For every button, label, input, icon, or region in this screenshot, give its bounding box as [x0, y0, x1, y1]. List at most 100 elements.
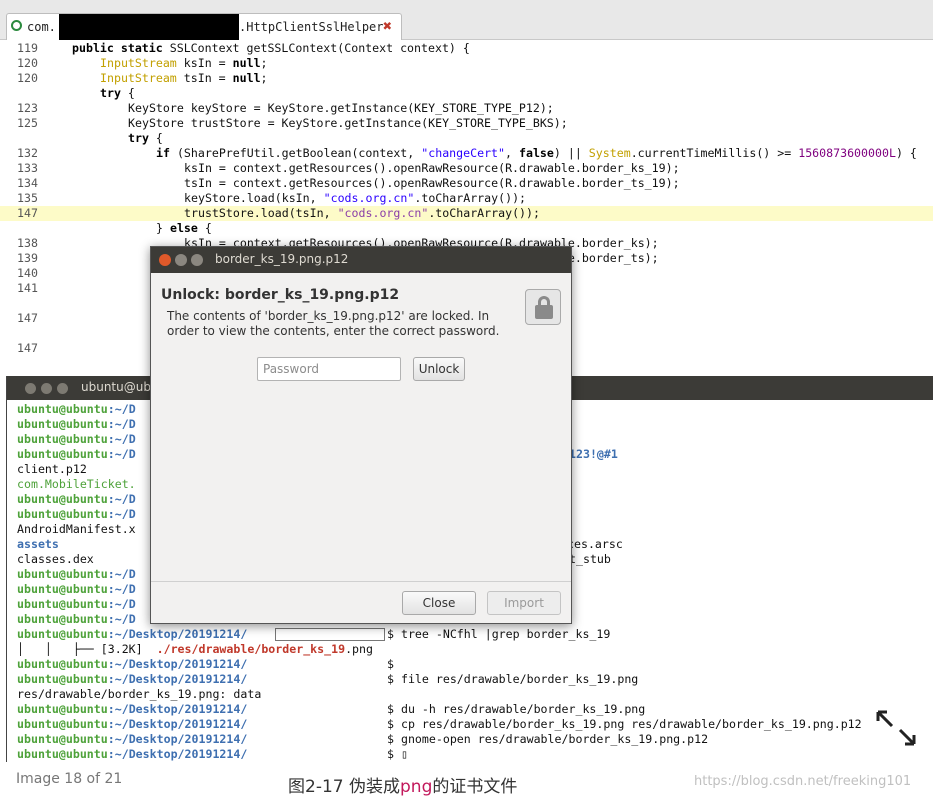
code-line[interactable]: 132 if (SharePrefUtil.getBoolean(context,… [0, 146, 933, 161]
prompt-user: ubuntu@ubuntu [17, 597, 108, 611]
prompt-user: ubuntu@ubuntu [17, 612, 108, 626]
prompt-user: ubuntu@ubuntu [17, 627, 108, 641]
line-number: 125 [17, 116, 38, 130]
terminal-title: ubuntu@ub [81, 380, 151, 394]
terminal-command: $ [387, 657, 394, 671]
output-text: t_stub [569, 552, 611, 566]
redaction-box [275, 628, 385, 641]
dialog-divider [151, 581, 571, 582]
code-text: KeyStore trustStore = KeyStore.getInstan… [128, 116, 568, 130]
code-text: try { [128, 131, 163, 145]
password-input[interactable] [257, 357, 401, 381]
terminal-command-line: $ gnome-open res/drawable/border_ks_19.p… [387, 732, 708, 747]
prompt-path: :~/D [107, 417, 136, 431]
prompt-user: ubuntu@ubuntu [17, 747, 108, 761]
caption-text: 图2-17 伪装成 [288, 777, 400, 797]
prompt-path: :~/D [107, 507, 136, 521]
output-text: res/drawable/border_ks_19.png: data [17, 687, 262, 701]
prompt-user: ubuntu@ubuntu [17, 702, 108, 716]
code-line[interactable]: 120 InputStream ksIn = null; [0, 56, 933, 71]
code-line[interactable]: 125 KeyStore trustStore = KeyStore.getIns… [0, 116, 933, 131]
image-counter: Image 18 of 21 [16, 771, 123, 787]
terminal-command: $ cp res/drawable/border_ks_19.png res/d… [387, 717, 862, 731]
terminal-line: ubuntu@ubuntu:~/Desktop/20191214/ [17, 732, 247, 747]
redaction-bar [59, 14, 239, 40]
tree-ext: .png [345, 642, 373, 656]
maximize-window-icon[interactable] [191, 254, 203, 266]
prompt-user: ubuntu@ubuntu [17, 402, 108, 416]
prompt-path: :~/Desktop/20191214/ [107, 717, 248, 731]
prompt-path: :~/D [107, 402, 136, 416]
prompt-user: ubuntu@ubuntu [17, 432, 108, 446]
code-line[interactable]: 123 KeyStore keyStore = KeyStore.getInsta… [0, 101, 933, 116]
terminal-command-line: $ file res/drawable/border_ks_19.png [387, 672, 638, 687]
terminal-command: $ du -h res/drawable/border_ks_19.png [387, 702, 646, 716]
class-file-icon [11, 20, 22, 31]
prompt-path: :~/Desktop/20191214/ [107, 747, 248, 761]
prompt-path: :~/D [107, 492, 136, 506]
code-line[interactable]: 147 trustStore.load(tsIn, "cods.org.cn".t… [0, 206, 933, 221]
terminal-line: ubuntu@ubuntu:~/Desktop/20191214/ [17, 717, 247, 732]
terminal-output-fragment: ces.arsc [567, 537, 623, 552]
terminal-line: ubuntu@ubuntu:~/D [17, 582, 136, 597]
dialog-title: border_ks_19.png.p12 [215, 252, 349, 266]
terminal-line: ubuntu@ubuntu:~/D [17, 567, 136, 582]
terminal-output-fragment: t_stub [569, 552, 611, 567]
close-window-icon[interactable] [159, 254, 171, 266]
maximize-window-icon[interactable] [57, 383, 68, 394]
terminal-line: res/drawable/border_ks_19.png: data [17, 687, 261, 702]
dialog-heading: Unlock: border_ks_19.png.p12 [161, 287, 400, 303]
line-number: 147 [17, 311, 38, 325]
lock-icon [525, 289, 561, 325]
close-button[interactable]: Close [402, 591, 476, 615]
output-text: AndroidManifest.x [17, 522, 136, 536]
code-line[interactable]: 133 ksIn = context.getResources().openRaw… [0, 161, 933, 176]
prompt-user: ubuntu@ubuntu [17, 582, 108, 596]
prompt-user: ubuntu@ubuntu [17, 717, 108, 731]
code-text: try { [100, 86, 135, 100]
line-number: 120 [17, 71, 38, 85]
prompt-user: ubuntu@ubuntu [17, 567, 108, 581]
code-line[interactable]: 135 keyStore.load(ksIn, "cods.org.cn".toC… [0, 191, 933, 206]
code-line[interactable]: 120 InputStream tsIn = null; [0, 71, 933, 86]
code-text: InputStream ksIn = null; [100, 56, 268, 70]
output-text: classes.dex [17, 552, 94, 566]
prompt-user: ubuntu@ubuntu [17, 657, 108, 671]
code-text: } else { [156, 221, 212, 235]
code-line[interactable]: 119 public static SSLContext getSSLContex… [0, 41, 933, 56]
terminal-line: ubuntu@ubuntu:~/D [17, 612, 136, 627]
code-text: trustStore.load(tsIn, "cods.org.cn".toCh… [184, 206, 540, 220]
line-number: 135 [17, 191, 38, 205]
code-line[interactable]: 134 tsIn = context.getResources().openRaw… [0, 176, 933, 191]
line-number: 119 [17, 41, 38, 55]
terminal-output-fragment: 123!@#1 [569, 447, 618, 462]
tree-prefix: │ │ ├── [3.2K] [17, 642, 157, 656]
tab-close-icon[interactable]: ✖ [383, 17, 392, 35]
terminal-line: client.p12 [17, 462, 87, 477]
minimize-window-icon[interactable] [175, 254, 187, 266]
line-number: 147 [17, 341, 38, 355]
close-window-icon[interactable] [25, 383, 36, 394]
prompt-user: ubuntu@ubuntu [17, 672, 108, 686]
code-text: InputStream tsIn = null; [100, 71, 268, 85]
unlock-button[interactable]: Unlock [413, 357, 465, 381]
terminal-line: ubuntu@ubuntu:~/Desktop/20191214/ [17, 672, 247, 687]
prompt-path: :~/D [107, 432, 136, 446]
fullscreen-toggle-icon[interactable] [874, 708, 918, 748]
code-text: keyStore.load(ksIn, "cods.org.cn".toChar… [184, 191, 527, 205]
terminal-line: ubuntu@ubuntu:~/Desktop/20191214/ [17, 702, 247, 717]
line-number: 133 [17, 161, 38, 175]
terminal-line: classes.dex [17, 552, 94, 567]
code-line[interactable]: try { [0, 86, 933, 101]
minimize-window-icon[interactable] [41, 383, 52, 394]
terminal-command-line: $ ▯ [387, 747, 408, 762]
tree-path: ./res/drawable/ [156, 642, 262, 656]
line-number: 141 [17, 281, 38, 295]
editor-tab[interactable]: com. .HttpClientSslHelper ✖ [6, 13, 402, 40]
import-button[interactable]: Import [487, 591, 561, 615]
terminal-line: ubuntu@ubuntu:~/D [17, 492, 136, 507]
code-line[interactable]: try { [0, 131, 933, 146]
prompt-path: :~/D [107, 597, 136, 611]
code-line[interactable]: } else { [0, 221, 933, 236]
terminal-line: assets [17, 537, 59, 552]
